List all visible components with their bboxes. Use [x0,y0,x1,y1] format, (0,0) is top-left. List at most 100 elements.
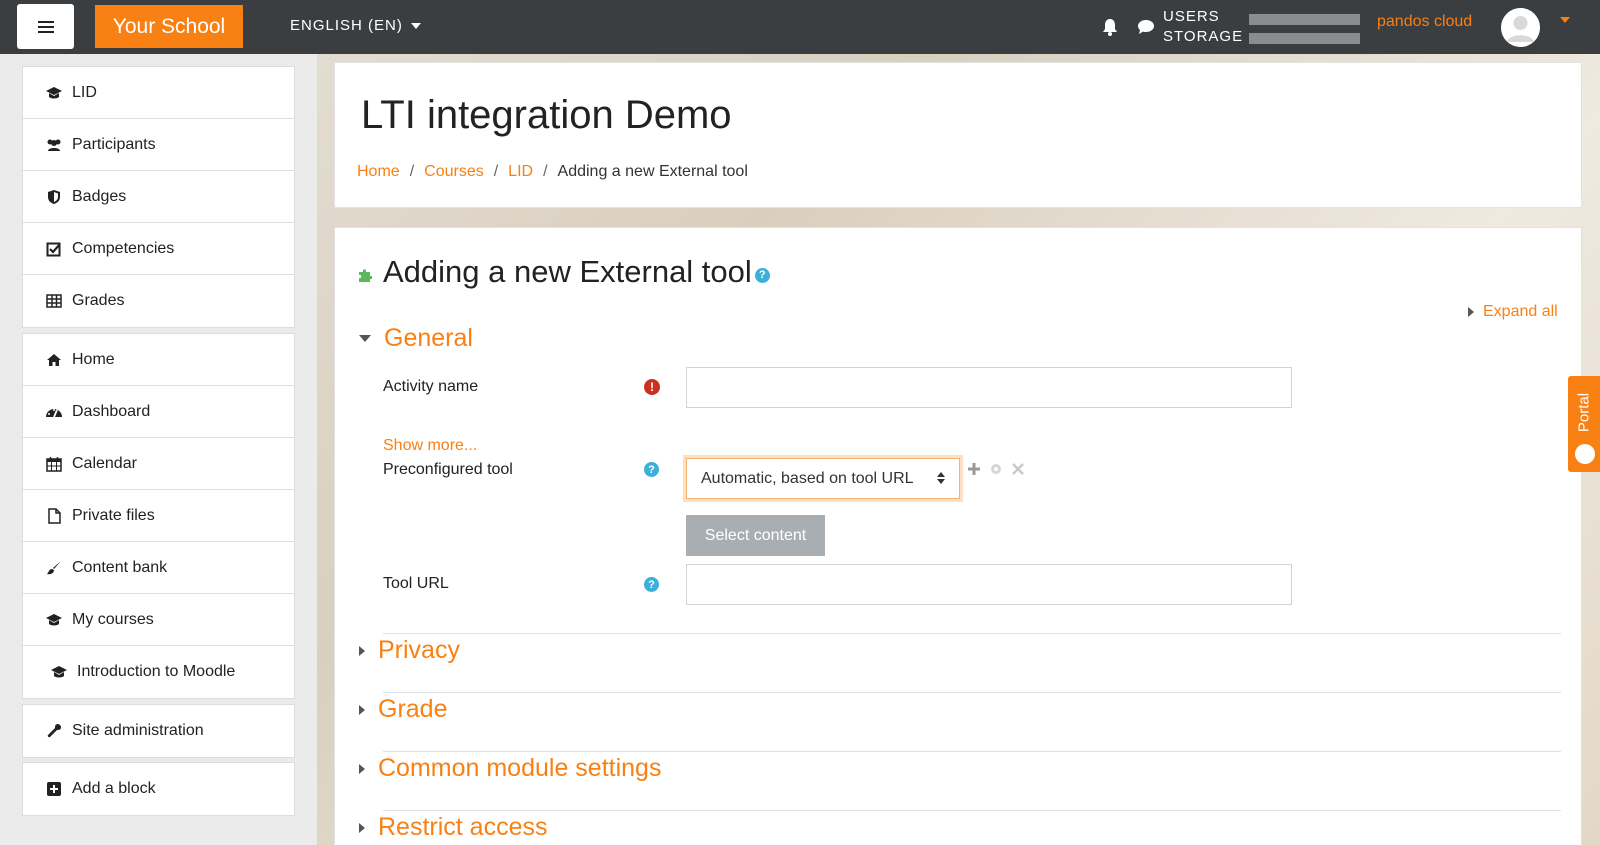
nav-item-label: Calendar [72,454,137,472]
nav-item-label: LID [72,83,97,101]
nav-item-private-files[interactable]: Private files [23,490,294,542]
user-avatar-icon [1501,8,1540,47]
users-usage-bar [1249,14,1360,25]
plus-square-icon [45,781,63,797]
admin-nav-group: Site administration [22,704,295,758]
nav-item-participants[interactable]: Participants [23,119,294,171]
nav-item-grades[interactable]: Grades [23,275,294,327]
nav-item-dashboard[interactable]: Dashboard [23,386,294,438]
block-nav-group: Add a block [22,762,295,816]
nav-item-content-bank[interactable]: Content bank [23,542,294,594]
show-more-link[interactable]: Show more... [383,437,477,455]
expand-all-label: Expand all [1483,303,1558,320]
section-restrict-access-toggle[interactable]: Restrict access [359,813,547,842]
section-general-toggle[interactable]: General [359,324,473,353]
preconfigured-tool-label: Preconfigured tool [383,461,513,478]
nav-item-introduction-to-moodle[interactable]: Introduction to Moodle [23,646,294,698]
breadcrumb-lid-link[interactable]: LID [508,163,533,181]
nav-item-home[interactable]: Home [23,334,294,386]
main-content: Adding a new External tool ? Expand all … [334,227,1582,845]
breadcrumb-current: Adding a new External tool [557,163,748,180]
user-menu-chevron-icon[interactable] [1560,17,1570,23]
section-grade-toggle[interactable]: Grade [359,695,447,724]
section-restrict-label: Restrict access [378,813,548,841]
check-square-icon [45,241,63,257]
nav-item-competencies[interactable]: Competencies [23,223,294,275]
graduation-cap-icon [50,664,68,680]
paint-brush-icon [45,560,63,576]
help-icon[interactable]: ? [644,577,659,592]
tool-url-input[interactable] [686,564,1292,605]
moodle-icon [1575,444,1595,464]
nav-item-label: Competencies [72,239,175,257]
nav-item-lid[interactable]: LID [23,67,294,119]
nav-item-label: Site administration [72,722,204,739]
graduation-cap-icon [45,612,63,628]
menu-toggle-button[interactable] [17,4,74,49]
users-icon [45,137,63,153]
site-brand-link[interactable]: Your School [95,5,243,48]
caret-right-icon [359,645,365,656]
graduation-cap-icon [45,85,63,101]
nav-item-label: Dashboard [72,402,151,420]
user-name[interactable]: pandos cloud [1377,13,1472,31]
storage-label: STORAGE [1163,28,1244,45]
portal-tab[interactable]: Portal [1568,376,1600,472]
table-icon [45,293,63,309]
nav-item-my-courses[interactable]: My courses [23,594,294,646]
avatar[interactable] [1501,8,1540,47]
close-icon[interactable] [1011,462,1025,476]
section-privacy-toggle[interactable]: Privacy [359,636,460,665]
page-title: LTI integration Demo [361,93,732,137]
home-icon [45,352,63,368]
gear-icon[interactable] [989,462,1003,476]
expand-all-link[interactable]: Expand all [1468,303,1558,321]
section-grade-label: Grade [378,695,448,723]
course-nav-group: LID Participants Badges Competencies Gra… [22,66,295,328]
help-icon[interactable]: ? [644,462,659,477]
nav-item-label: Add a block [72,780,156,797]
activity-name-label: Activity name [383,378,479,395]
section-common-label: Common module settings [378,754,662,782]
activity-name-input[interactable] [686,367,1292,408]
wrench-icon [45,723,63,739]
section-common-module-settings-toggle[interactable]: Common module settings [359,754,661,783]
caret-down-icon [359,335,371,342]
select-content-button[interactable]: Select content [686,515,825,556]
language-label: ENGLISH (EN) [290,17,403,34]
preconfigured-tool-value: Automatic, based on tool URL [701,469,914,487]
nav-item-label: Home [72,350,115,368]
nav-item-calendar[interactable]: Calendar [23,438,294,490]
breadcrumb-separator: / [409,163,415,180]
nav-item-label: Badges [72,187,127,205]
plus-icon[interactable] [967,462,981,476]
select-arrows-icon [937,472,945,484]
site-nav-group: Home Dashboard Calendar Private files Co… [22,333,295,699]
chat-icon[interactable] [1137,19,1155,35]
help-icon[interactable]: ? [754,267,770,283]
nav-item-badges[interactable]: Badges [23,171,294,223]
nav-item-site-administration[interactable]: Site administration [23,705,294,757]
top-navbar: Your School ENGLISH (EN) USERS STORAGE p… [0,0,1600,54]
language-menu[interactable]: ENGLISH (EN) [290,17,421,34]
section-divider [383,810,1561,811]
portal-tab-label: Portal [1575,392,1593,433]
file-icon [45,507,63,524]
breadcrumb-separator: / [493,163,499,180]
caret-right-icon [359,763,365,774]
breadcrumb: Home / Courses / LID / Adding a new Exte… [357,163,748,181]
breadcrumb-courses-link[interactable]: Courses [424,163,484,181]
shield-icon [45,189,63,205]
nav-item-add-a-block[interactable]: Add a block [23,763,294,815]
bell-icon[interactable] [1102,18,1118,36]
tool-url-label: Tool URL [383,575,449,592]
breadcrumb-separator: / [543,163,548,180]
required-icon: ! [644,379,660,395]
form-title: Adding a new External tool ? [383,254,770,290]
nav-item-label: Participants [72,135,156,153]
breadcrumb-home-link[interactable]: Home [357,163,400,181]
nav-item-label: Private files [72,506,155,524]
nav-item-label: Grades [72,292,125,309]
dashboard-icon [45,404,63,420]
preconfigured-tool-select[interactable]: Automatic, based on tool URL [686,458,960,499]
